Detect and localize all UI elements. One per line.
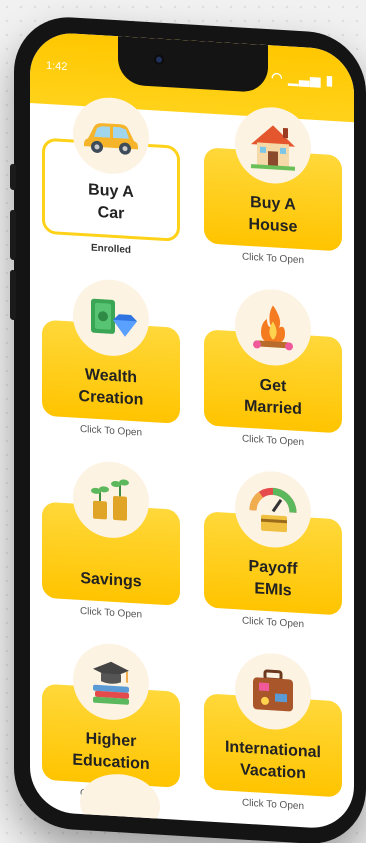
goal-status: Click To Open <box>241 797 305 813</box>
goal-label: Wealth Creation <box>78 366 144 409</box>
front-camera <box>154 54 164 65</box>
goal-label: Buy A House <box>248 194 298 236</box>
wifi-icon: ◠ <box>271 69 284 86</box>
app-screen: 1:42 ◠ ▁▃▅ ▮ Buy A Car Enrolled Buy A Ho… <box>30 30 354 831</box>
goal-status: Click To Open <box>79 605 143 621</box>
goal-tile[interactable]: Wealth Creation Click To Open <box>42 276 180 450</box>
goal-tile[interactable]: Buy A Car Enrolled <box>42 94 180 268</box>
volume-up-button <box>10 209 16 261</box>
goal-tile[interactable]: Buy A House Click To Open <box>204 103 342 277</box>
goal-status: Click To Open <box>241 615 305 631</box>
goal-tile[interactable]: Payoff EMIs Click To Open <box>204 467 342 641</box>
goal-tile[interactable]: International Vacation Click To Open <box>204 649 342 823</box>
goal-label: Get Married <box>244 376 302 419</box>
goal-status: Click To Open <box>79 423 143 439</box>
goal-status: Click To Open <box>241 433 305 449</box>
goal-status: Enrolled <box>90 242 131 256</box>
goal-label: Buy A Car <box>88 181 134 223</box>
signal-icon: ▁▃▅ <box>288 70 322 88</box>
goal-label: Savings <box>80 569 142 591</box>
goal-tile[interactable]: Savings Click To Open <box>42 458 180 632</box>
goal-label: Payoff EMIs <box>248 557 298 600</box>
mute-switch <box>10 163 16 191</box>
goals-grid: Buy A Car Enrolled Buy A House Click To … <box>42 94 342 824</box>
battery-icon: ▮ <box>325 72 334 89</box>
status-icons: ◠ ▁▃▅ ▮ <box>271 69 334 89</box>
notch <box>118 36 268 94</box>
goal-label: International Vacation <box>224 738 321 783</box>
volume-down-button <box>10 269 16 321</box>
goal-label: Higher Education <box>72 730 150 774</box>
goal-status: Click To Open <box>241 251 305 267</box>
phone-mockup: 1:42 ◠ ▁▃▅ ▮ Buy A Car Enrolled Buy A Ho… <box>10 14 366 843</box>
goal-tile[interactable]: Get Married Click To Open <box>204 285 342 459</box>
status-time: 1:42 <box>46 59 68 74</box>
